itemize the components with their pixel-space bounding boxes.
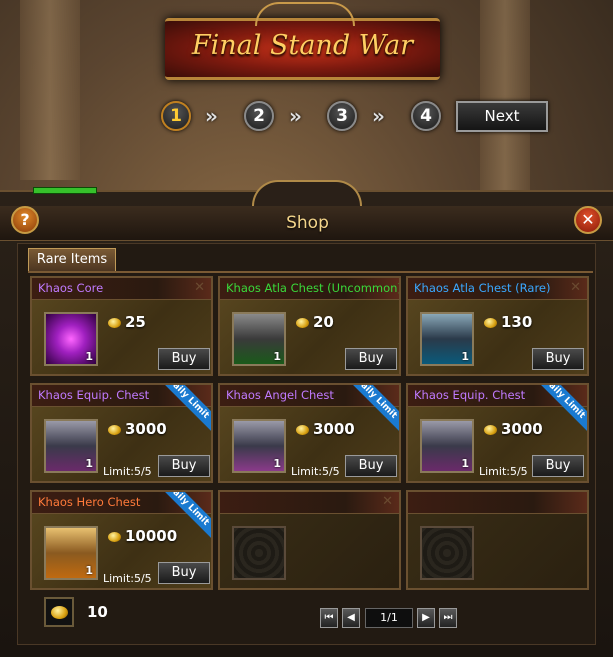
buy-button[interactable]: Buy bbox=[532, 348, 584, 370]
chest-icon[interactable]: 1 bbox=[420, 419, 474, 473]
purchase-limit: Limit:5/5 bbox=[291, 465, 340, 478]
shop-item-card: Khaos Hero Chest Daily Limit 1 10000 Lim… bbox=[30, 490, 213, 590]
first-page-button[interactable]: ⏮ bbox=[320, 608, 338, 628]
step-3: 3 bbox=[327, 101, 357, 131]
shop-item-card: Khaos Angel Chest Daily Limit 1 3000 Lim… bbox=[218, 383, 401, 483]
shop-item-card: Khaos Atla Chest (Uncommon) 1 20 Buy bbox=[218, 276, 401, 376]
buy-button[interactable]: Buy bbox=[532, 455, 584, 477]
step-1: 1 bbox=[161, 101, 191, 131]
currency-amount: 10 bbox=[87, 603, 108, 621]
buy-button[interactable]: Buy bbox=[345, 455, 397, 477]
panel-title: Shop bbox=[286, 213, 329, 233]
banner-ornament bbox=[255, 2, 355, 26]
item-quantity: 1 bbox=[85, 564, 93, 577]
gold-coin-icon bbox=[108, 532, 121, 542]
help-button[interactable]: ? bbox=[11, 206, 39, 234]
item-name: Khaos Core bbox=[38, 281, 104, 295]
next-button[interactable]: Next bbox=[456, 101, 548, 132]
item-name: Khaos Atla Chest (Rare) bbox=[414, 281, 551, 295]
shop-item-card: Khaos Core ✕ 1 25 Buy bbox=[30, 276, 213, 376]
item-quantity: 1 bbox=[85, 457, 93, 470]
close-icon: ✕ bbox=[570, 280, 581, 295]
item-price: 10000 bbox=[125, 527, 178, 545]
item-quantity: 1 bbox=[85, 350, 93, 363]
item-quantity: 1 bbox=[273, 457, 281, 470]
item-quantity: 1 bbox=[461, 457, 469, 470]
buy-button[interactable]: Buy bbox=[158, 348, 210, 370]
item-price: 20 bbox=[313, 313, 334, 331]
page-title: Final Stand War bbox=[191, 30, 414, 61]
buy-button[interactable]: Buy bbox=[158, 455, 210, 477]
empty-item-slot bbox=[232, 526, 286, 580]
shop-item-card: Khaos Equip. Chest Daily Limit 1 3000 Li… bbox=[30, 383, 213, 483]
gold-coin-icon bbox=[296, 318, 309, 328]
purchase-limit: Limit:5/5 bbox=[103, 465, 152, 478]
close-button[interactable]: ✕ bbox=[574, 206, 602, 234]
empty-shop-slot bbox=[406, 490, 589, 590]
item-price: 3000 bbox=[125, 420, 167, 438]
shop-item-card: Khaos Equip. Chest Daily Limit 1 3000 Li… bbox=[406, 383, 589, 483]
empty-shop-slot: ✕ bbox=[218, 490, 401, 590]
chest-icon[interactable]: 1 bbox=[44, 526, 98, 580]
chevron-right-icon: » bbox=[372, 104, 385, 128]
step-4: 4 bbox=[411, 101, 441, 131]
last-page-button[interactable]: ⏭ bbox=[439, 608, 457, 628]
currency-icon bbox=[44, 597, 74, 627]
empty-item-slot bbox=[420, 526, 474, 580]
panel-ornament bbox=[252, 180, 362, 206]
buy-button[interactable]: Buy bbox=[345, 348, 397, 370]
item-name: Khaos Hero Chest bbox=[38, 495, 141, 509]
tab-rare-items[interactable]: Rare Items bbox=[28, 248, 116, 272]
item-name: Khaos Equip. Chest bbox=[38, 388, 150, 402]
chest-icon[interactable]: 1 bbox=[44, 419, 98, 473]
chevron-right-icon: » bbox=[205, 104, 218, 128]
item-icon[interactable]: 1 bbox=[44, 312, 98, 366]
gold-coin-icon bbox=[484, 425, 497, 435]
gold-coin-icon bbox=[296, 425, 309, 435]
item-quantity: 1 bbox=[273, 350, 281, 363]
item-name: Khaos Equip. Chest bbox=[414, 388, 526, 402]
gold-coin-icon bbox=[108, 425, 121, 435]
chevron-right-icon: » bbox=[289, 104, 302, 128]
background-ruin bbox=[20, 0, 80, 180]
background-ruin bbox=[480, 0, 530, 190]
item-price: 25 bbox=[125, 313, 146, 331]
purchase-limit: Limit:5/5 bbox=[103, 572, 152, 585]
shop-item-card: Khaos Atla Chest (Rare) ✕ 1 130 Buy bbox=[406, 276, 589, 376]
close-icon: ✕ bbox=[382, 494, 393, 509]
gold-coin-icon bbox=[51, 606, 68, 619]
close-icon: ✕ bbox=[194, 280, 205, 295]
chest-icon[interactable]: 1 bbox=[420, 312, 474, 366]
page-indicator: 1/1 bbox=[365, 608, 413, 628]
progress-bar bbox=[33, 187, 97, 194]
item-price: 3000 bbox=[501, 420, 543, 438]
next-page-button[interactable]: ▶ bbox=[417, 608, 435, 628]
chest-icon[interactable]: 1 bbox=[232, 419, 286, 473]
gold-coin-icon bbox=[484, 318, 497, 328]
item-name: Khaos Atla Chest (Uncommon) bbox=[226, 281, 401, 295]
item-name: Khaos Angel Chest bbox=[226, 388, 334, 402]
purchase-limit: Limit:5/5 bbox=[479, 465, 528, 478]
item-quantity: 1 bbox=[461, 350, 469, 363]
chest-icon[interactable]: 1 bbox=[232, 312, 286, 366]
buy-button[interactable]: Buy bbox=[158, 562, 210, 584]
tab-divider bbox=[28, 271, 593, 273]
gold-coin-icon bbox=[108, 318, 121, 328]
step-2: 2 bbox=[244, 101, 274, 131]
item-price: 3000 bbox=[313, 420, 355, 438]
prev-page-button[interactable]: ◀ bbox=[342, 608, 360, 628]
item-price: 130 bbox=[501, 313, 533, 331]
